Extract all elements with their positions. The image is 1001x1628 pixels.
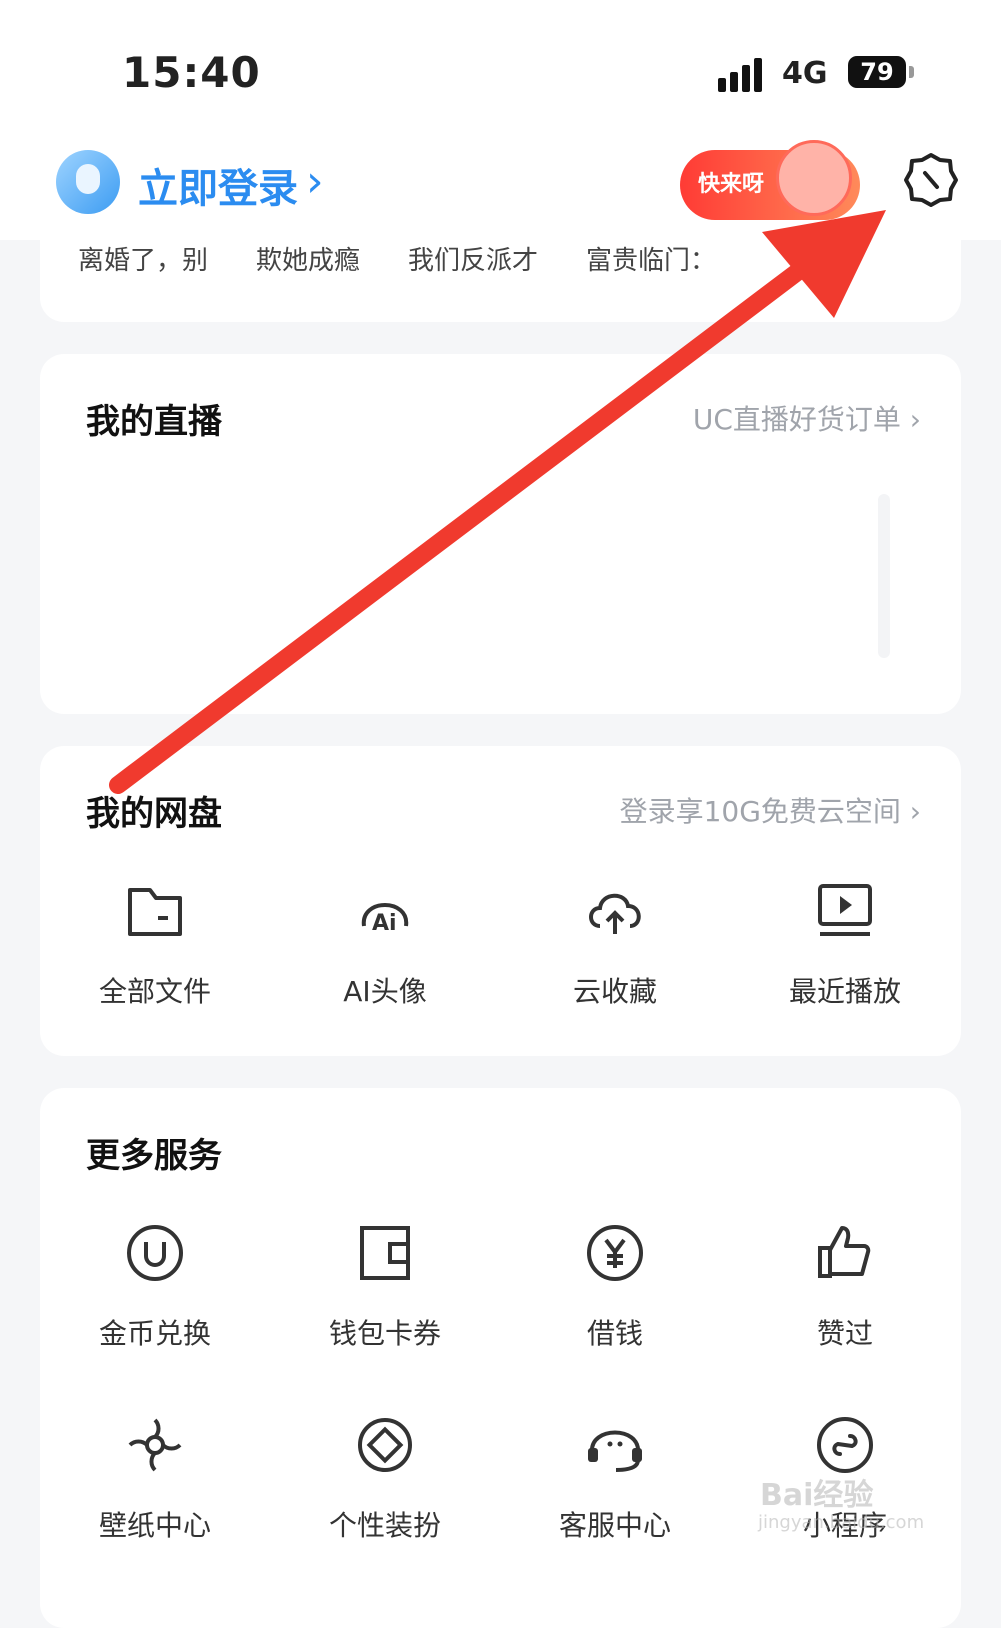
status-time: 15:40: [122, 48, 261, 97]
cell-label: 最近播放: [788, 975, 901, 1008]
cloud-drive-card: 我的网盘 登录享10G免费云空间 › 全部文件 Ai AI头像 云收藏 最近播放: [40, 746, 961, 1056]
coin-icon: [127, 1225, 183, 1281]
cell-label: AI头像: [343, 975, 427, 1008]
service-loan[interactable]: 借钱: [500, 1218, 730, 1352]
live-title: 我的直播: [86, 402, 222, 442]
cell-label: 客服中心: [558, 1509, 671, 1542]
news-item[interactable]: 欺她成瘾: [256, 240, 360, 277]
service-coin-exchange[interactable]: 金币兑换: [40, 1218, 270, 1352]
signal-icon: [718, 56, 768, 92]
cell-label: 钱包卡券: [328, 1317, 441, 1350]
cell-label: 金币兑换: [98, 1317, 211, 1350]
svg-text:Ai: Ai: [372, 911, 397, 936]
service-wallpaper[interactable]: 壁纸中心: [40, 1410, 270, 1544]
login-link[interactable]: 立即登录: [138, 156, 298, 214]
battery-icon: 79: [848, 56, 906, 88]
status-bar: 15:40 4G 79: [0, 0, 1001, 140]
chevron-right-icon[interactable]: ›: [306, 156, 324, 207]
services-title: 更多服务: [86, 1136, 222, 1176]
thumbs-up-icon: [818, 1226, 871, 1278]
watermark: Bai经验: [760, 1478, 874, 1513]
cell-label: 借钱: [586, 1317, 643, 1350]
cloud-all-files[interactable]: 全部文件: [40, 876, 270, 1010]
avatar[interactable]: [56, 150, 120, 214]
cloud-recent-play[interactable]: 最近播放: [730, 876, 960, 1010]
play-monitor-icon: [818, 884, 872, 936]
live-card: 我的直播 UC直播好货订单 ›: [40, 354, 961, 714]
service-customer-support[interactable]: 客服中心: [500, 1410, 730, 1544]
wallpaper-icon: [128, 1418, 182, 1472]
ai-avatar-icon: Ai: [361, 903, 409, 936]
cloud-favorites[interactable]: 云收藏: [500, 876, 730, 1010]
live-orders-link[interactable]: UC直播好货订单 ›: [693, 398, 921, 438]
cloud-upload-icon: [589, 893, 641, 934]
cell-label: 全部文件: [98, 975, 211, 1008]
cloud-title: 我的网盘: [86, 794, 222, 834]
watermark-url: jingyan.baidu.com: [758, 1512, 925, 1533]
network-type: 4G: [782, 56, 828, 91]
cell-label: 个性装扮: [328, 1509, 441, 1542]
news-item[interactable]: 我们反派才: [408, 240, 538, 277]
news-list: 离婚了，别 欺她成瘾 我们反派才 富贵临门：: [78, 240, 764, 277]
folder-icon: [128, 888, 182, 936]
news-item[interactable]: 离婚了，别: [78, 240, 208, 277]
gear-icon[interactable]: [903, 152, 959, 208]
cell-label: 云收藏: [572, 975, 657, 1008]
theme-icon: [358, 1418, 412, 1472]
news-item[interactable]: 富贵临门：: [586, 240, 716, 277]
service-wallet[interactable]: 钱包卡券: [270, 1218, 500, 1352]
live-scroll-edge: [878, 494, 890, 658]
cloud-promo-link[interactable]: 登录享10G免费云空间 ›: [620, 790, 921, 830]
battery-tip: [909, 66, 914, 78]
services-card: 更多服务 金币兑换 钱包卡券 借钱 赞过 壁纸中心 个性装扮 客服中心 小程序: [40, 1088, 961, 1628]
pig-mascot-icon[interactable]: [776, 140, 852, 216]
headset-icon: [588, 1430, 642, 1472]
cell-label: 壁纸中心: [98, 1509, 211, 1542]
wallet-icon: [360, 1226, 410, 1280]
service-liked[interactable]: 赞过: [730, 1218, 960, 1352]
cell-label: 赞过: [816, 1317, 873, 1350]
service-theme[interactable]: 个性装扮: [270, 1410, 500, 1544]
yen-icon: [587, 1225, 643, 1281]
cloud-ai-avatar[interactable]: Ai AI头像: [270, 876, 500, 1010]
